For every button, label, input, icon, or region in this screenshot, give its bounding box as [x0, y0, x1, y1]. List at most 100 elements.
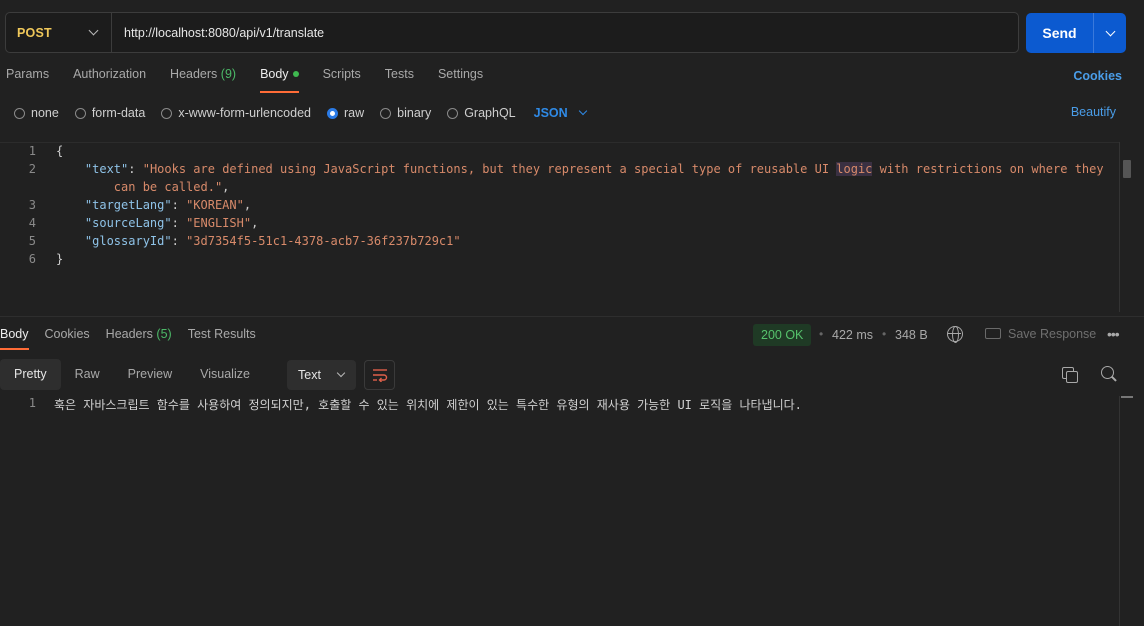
beautify-button[interactable]: Beautify [1071, 105, 1116, 119]
radio-label: GraphQL [464, 106, 516, 120]
tab-label: Params [6, 67, 50, 81]
radio-form-data[interactable]: form-data [74, 106, 146, 120]
response-body-viewer[interactable]: 1 훅은 자바스크립트 함수를 사용하여 정의되지만, 호출할 수 있는 위치에… [0, 394, 1120, 626]
editor-scrollbar-thumb[interactable] [1123, 160, 1131, 178]
radio-binary[interactable]: binary [380, 106, 431, 120]
code-token: { [56, 144, 64, 158]
line-number: 2 [28, 162, 36, 176]
tab-label: Headers [105, 327, 153, 341]
radio-raw[interactable]: raw [327, 106, 364, 120]
send-options-button[interactable] [1094, 13, 1126, 53]
editor-scrollbar-track [1119, 142, 1120, 312]
radio-circle [161, 107, 173, 119]
globe-icon[interactable] [947, 326, 963, 343]
line-number: 1 [28, 144, 36, 158]
json-string: "3d7354f5-51c1-4378-acb7-36f237b729c1" [186, 234, 461, 248]
code-line: "sourceLang": "ENGLISH", [56, 216, 258, 230]
tab-headers[interactable]: Headers (9) [170, 67, 236, 93]
json-key: "targetLang" [84, 198, 172, 212]
json-string: "ENGLISH" [186, 216, 252, 230]
chevron-down-icon [336, 368, 346, 378]
response-tabs: Body Cookies Headers (5) Test Results [0, 327, 272, 350]
line-number: 5 [28, 234, 36, 248]
json-string: "KOREAN" [186, 198, 244, 212]
tab-test-results[interactable]: Test Results [188, 327, 256, 347]
view-visualize[interactable]: Visualize [186, 359, 264, 390]
tab-params[interactable]: Params [6, 67, 49, 93]
radio-circle [327, 107, 338, 119]
tab-settings[interactable]: Settings [438, 67, 483, 93]
save-icon [985, 328, 1001, 339]
json-key: "glossaryId" [84, 234, 172, 248]
body-indicator-dot [292, 71, 299, 77]
tab-tests[interactable]: Tests [385, 67, 414, 93]
line-number: 4 [28, 216, 36, 230]
code-line: } [56, 252, 63, 266]
view-raw[interactable]: Raw [61, 359, 114, 390]
response-scrollbar-thumb[interactable] [1121, 396, 1133, 398]
separator-dot: • [819, 327, 824, 341]
tab-response-headers[interactable]: Headers (5) [106, 327, 172, 347]
radio-label: form-data [91, 106, 146, 120]
code-token: , [243, 198, 252, 212]
code-token: } [56, 252, 64, 266]
radio-label: x-www-form-urlencoded [178, 106, 311, 120]
view-preview[interactable]: Preview [114, 359, 186, 390]
view-pretty[interactable]: Pretty [0, 359, 61, 390]
format-label: Text [298, 368, 321, 382]
chevron-down-icon [88, 25, 99, 36]
tab-authorization[interactable]: Authorization [73, 67, 146, 93]
more-options-icon[interactable]: ••• [1107, 326, 1120, 342]
response-scrollbar-track [1119, 396, 1120, 626]
code-line: { [56, 144, 63, 158]
radio-graphql[interactable]: GraphQL [447, 106, 516, 120]
copy-icon[interactable] [1062, 367, 1078, 383]
format-select[interactable]: Text [287, 360, 356, 390]
url-input[interactable]: http://localhost:8080/api/v1/translate [112, 26, 1018, 40]
response-size[interactable]: 348 B [895, 328, 928, 342]
code-line: "glossaryId": "3d7354f5-51c1-4378-acb7-3… [56, 234, 461, 248]
json-key: "sourceLang" [84, 216, 172, 230]
tab-scripts[interactable]: Scripts [323, 67, 361, 93]
language-select[interactable]: JSON [534, 106, 587, 120]
radio-circle [447, 107, 459, 119]
code-line: can be called.", [56, 180, 230, 194]
radio-circle [380, 107, 392, 119]
json-string: "Hooks are defined using JavaScript func… [142, 162, 837, 176]
line-number: 1 [28, 396, 36, 410]
send-button[interactable]: Send [1026, 13, 1094, 53]
tab-label: Headers [170, 67, 218, 81]
tab-label: Settings [437, 67, 484, 81]
radio-label: binary [397, 106, 432, 120]
code-token: , [222, 180, 230, 194]
json-string-highlight: logic [836, 162, 873, 176]
send-button-group: Send [1026, 13, 1126, 53]
response-time[interactable]: 422 ms [832, 328, 873, 342]
tab-label: Scripts [322, 67, 361, 81]
tab-label: Cookies [44, 327, 90, 341]
radio-none[interactable]: none [14, 106, 59, 120]
tab-label: Body [0, 327, 29, 341]
tab-response-body[interactable]: Body [0, 327, 29, 350]
radio-label: raw [344, 106, 365, 120]
method-select[interactable]: POST [6, 13, 112, 52]
status-badge[interactable]: 200 OK [753, 324, 812, 346]
tab-body[interactable]: Body [260, 67, 299, 93]
tab-label: Tests [384, 67, 414, 81]
line-number: 6 [28, 252, 36, 266]
tab-label: Body [260, 67, 289, 81]
request-body-editor[interactable]: 1 2 3 4 5 6 { "text": "Hooks are defined… [0, 142, 1120, 312]
tab-label: Authorization [73, 67, 147, 81]
tab-response-cookies[interactable]: Cookies [45, 327, 90, 347]
cookies-link[interactable]: Cookies [1073, 69, 1122, 83]
request-bar: POST http://localhost:8080/api/v1/transl… [5, 12, 1019, 53]
tab-label: Test Results [187, 327, 256, 341]
pane-divider[interactable] [0, 316, 1144, 317]
radio-circle [74, 107, 86, 119]
save-response-button[interactable]: Save Response [1008, 327, 1096, 341]
chevron-down-icon [1105, 26, 1115, 36]
wrap-lines-button[interactable] [364, 360, 395, 390]
radio-urlencoded[interactable]: x-www-form-urlencoded [161, 106, 311, 120]
body-type-radios: none form-data x-www-form-urlencoded raw… [14, 104, 587, 122]
search-icon[interactable] [1101, 366, 1118, 383]
